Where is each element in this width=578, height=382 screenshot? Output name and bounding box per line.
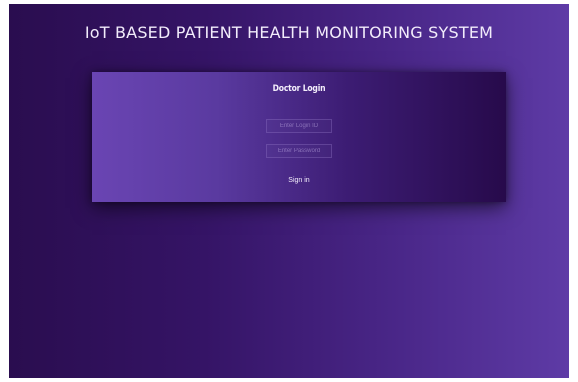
doctor-login-card: Doctor Login Sign in (92, 72, 506, 202)
login-id-input[interactable] (266, 119, 332, 133)
page-title: IoT BASED PATIENT HEALTH MONITORING SYST… (84, 23, 494, 42)
login-page: IoT BASED PATIENT HEALTH MONITORING SYST… (9, 4, 569, 378)
login-heading: Doctor Login (272, 84, 326, 94)
password-input[interactable] (266, 144, 332, 158)
sign-in-button[interactable]: Sign in (280, 173, 318, 187)
